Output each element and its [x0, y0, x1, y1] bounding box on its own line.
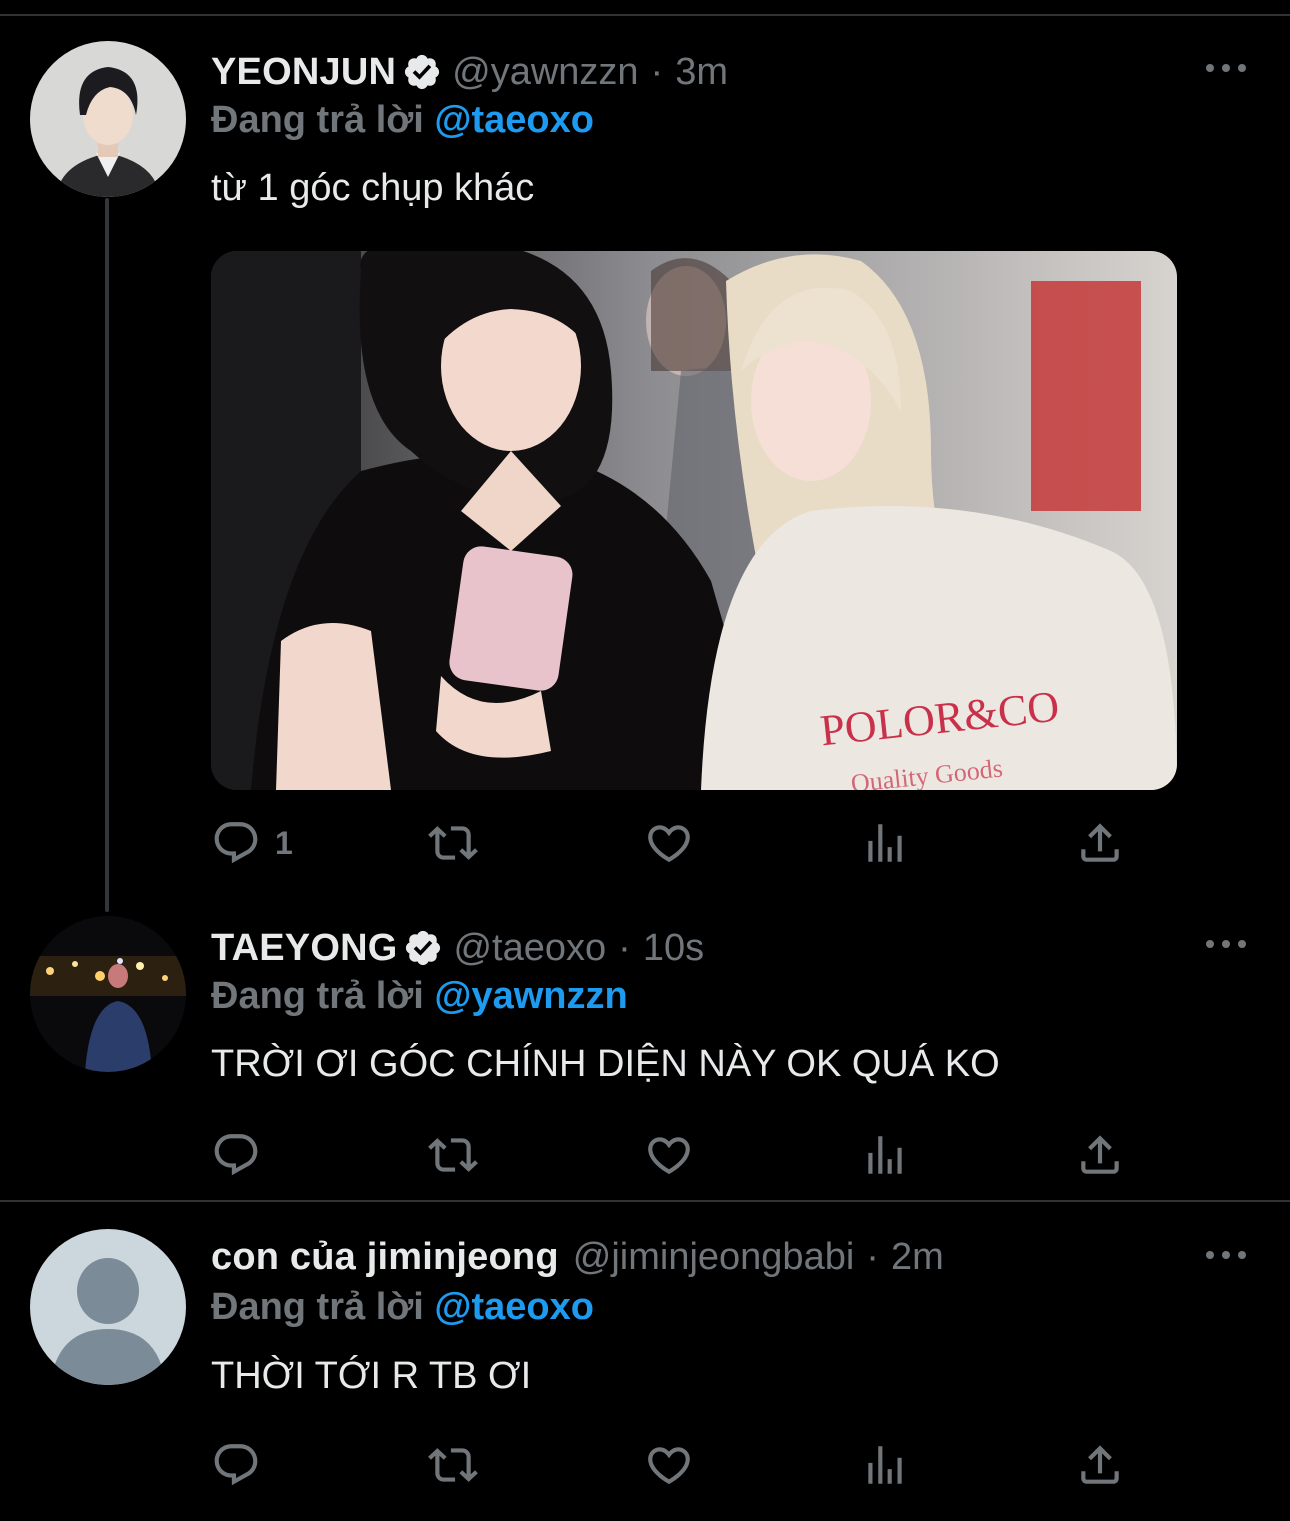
- separator-dot: ·: [618, 927, 631, 969]
- separator-dot: ·: [866, 1236, 879, 1278]
- top-divider: [0, 14, 1290, 16]
- timestamp[interactable]: 10s: [643, 925, 704, 971]
- replying-to-label: Đang trả lời: [211, 975, 424, 1017]
- heart-icon: [644, 818, 694, 868]
- tweet-header: YEONJUN @yawnzzn · 3m: [211, 49, 728, 95]
- retweet-icon: [428, 1130, 478, 1180]
- heart-icon: [644, 1130, 694, 1180]
- replying-to-handle[interactable]: @taeoxo: [434, 1286, 594, 1328]
- more-icon[interactable]: [1203, 934, 1249, 954]
- reply-button[interactable]: 1: [211, 818, 293, 868]
- reply-button[interactable]: [211, 1440, 261, 1490]
- tweet-header: TAEYONG @taeoxo · 10s: [211, 925, 704, 971]
- replying-to-handle[interactable]: @taeoxo: [434, 99, 594, 141]
- retweet-icon: [428, 1440, 478, 1490]
- replying-to: Đang trả lời @taeoxo: [211, 1284, 594, 1330]
- replying-to-handle[interactable]: @yawnzzn: [434, 975, 627, 1017]
- tweet-photo[interactable]: POLOR&CO Quality Goods: [211, 251, 1177, 790]
- retweet-button[interactable]: [428, 1440, 478, 1490]
- replying-to: Đang trả lời @yawnzzn: [211, 973, 628, 1019]
- user-handle[interactable]: @taeoxo: [453, 925, 606, 971]
- tweet-header: con của jiminjeong @jiminjeongbabi · 2m: [211, 1234, 944, 1280]
- share-button[interactable]: [1075, 1440, 1125, 1490]
- views-button[interactable]: [860, 1130, 910, 1180]
- tweet-text: từ 1 góc chụp khác: [211, 167, 535, 209]
- retweet-icon: [428, 818, 478, 868]
- share-button[interactable]: [1075, 1130, 1125, 1180]
- avatar[interactable]: [30, 916, 186, 1072]
- user-handle[interactable]: @yawnzzn: [452, 49, 638, 95]
- like-button[interactable]: [644, 1440, 694, 1490]
- verified-badge-icon: [402, 52, 442, 92]
- replying-to-label: Đang trả lời: [211, 1286, 424, 1328]
- analytics-icon: [860, 1440, 910, 1490]
- reply-icon: [211, 1130, 261, 1180]
- views-button[interactable]: [860, 818, 910, 868]
- display-name[interactable]: YEONJUN: [211, 49, 396, 95]
- reply-icon: [211, 818, 261, 868]
- thread-connector-line: [105, 198, 109, 912]
- user-handle[interactable]: @jiminjeongbabi: [573, 1234, 855, 1280]
- retweet-button[interactable]: [428, 1130, 478, 1180]
- timestamp[interactable]: 3m: [675, 49, 728, 95]
- replying-to: Đang trả lời @taeoxo: [211, 97, 594, 143]
- views-button[interactable]: [860, 1440, 910, 1490]
- share-icon: [1075, 1440, 1125, 1490]
- analytics-icon: [860, 1130, 910, 1180]
- reply-count: 1: [275, 824, 293, 861]
- reply-button[interactable]: [211, 1130, 261, 1180]
- heart-icon: [644, 1440, 694, 1490]
- separator-dot: ·: [650, 51, 664, 93]
- more-icon[interactable]: [1203, 1245, 1249, 1265]
- display-name[interactable]: con của jiminjeong: [211, 1234, 559, 1280]
- share-button[interactable]: [1075, 818, 1125, 868]
- analytics-icon: [860, 818, 910, 868]
- timestamp[interactable]: 2m: [891, 1234, 944, 1280]
- verified-badge-icon: [403, 928, 443, 968]
- share-icon: [1075, 818, 1125, 868]
- retweet-button[interactable]: [428, 818, 478, 868]
- replying-to-label: Đang trả lời: [211, 99, 424, 141]
- more-icon[interactable]: [1203, 58, 1249, 78]
- tweet-text: THỜI TỚI R TB ƠI: [211, 1355, 532, 1397]
- avatar[interactable]: [30, 41, 186, 197]
- like-button[interactable]: [644, 1130, 694, 1180]
- share-icon: [1075, 1130, 1125, 1180]
- display-name[interactable]: TAEYONG: [211, 925, 397, 971]
- tweet-text: TRỜI ƠI GÓC CHÍNH DIỆN NÀY OK QUÁ KO: [211, 1043, 1000, 1085]
- avatar[interactable]: [30, 1229, 186, 1385]
- like-button[interactable]: [644, 818, 694, 868]
- tweet-divider: [0, 1200, 1290, 1202]
- reply-icon: [211, 1440, 261, 1490]
